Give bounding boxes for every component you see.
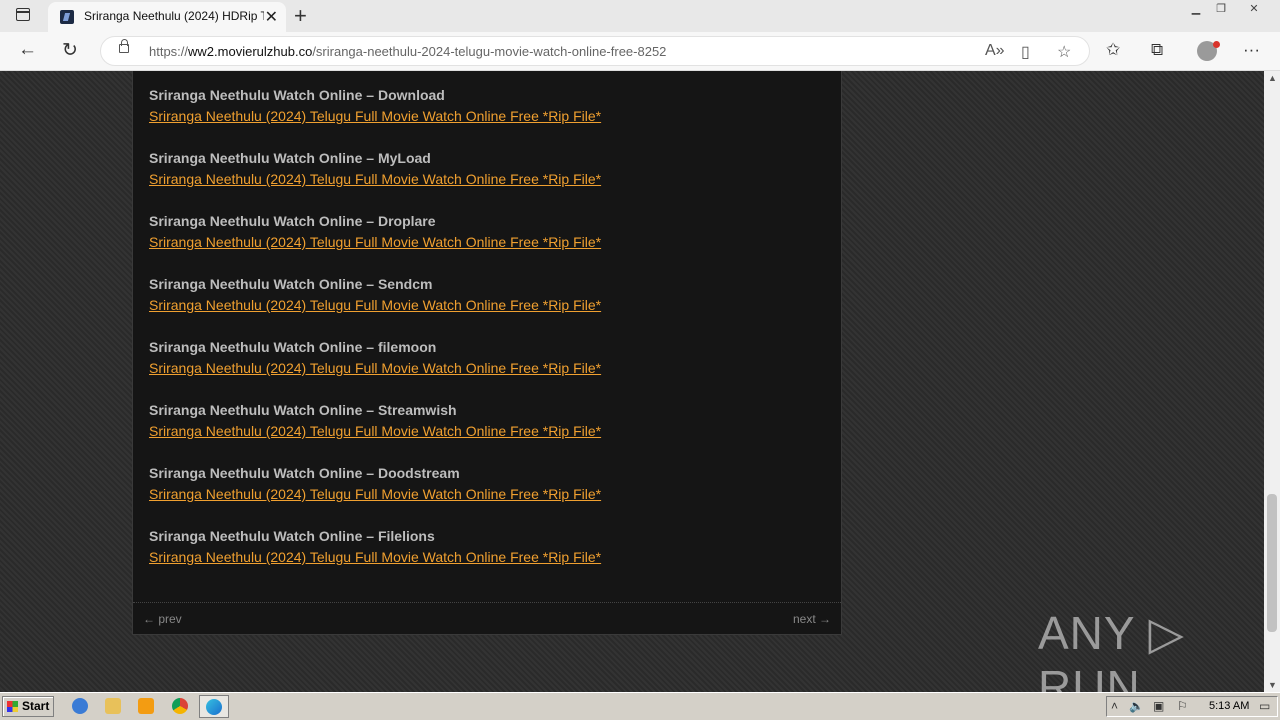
add-favorite-icon[interactable]: ☆	[1057, 42, 1071, 62]
favorites-icon[interactable]: ✩	[1106, 40, 1120, 60]
url-text[interactable]: https://ww2.movierulzhub.co/sriranga-nee…	[149, 44, 666, 59]
list-item: Sriranga Neethulu Watch Online – MyLoad …	[149, 148, 601, 190]
immersive-reader-icon[interactable]: ▯	[1021, 42, 1030, 62]
prev-link[interactable]: ← prev	[143, 612, 182, 626]
list-item: Sriranga Neethulu Watch Online – Filelio…	[149, 526, 601, 568]
read-aloud-icon[interactable]: A»	[985, 42, 1005, 60]
show-desktop-icon[interactable]: ▭	[1259, 699, 1270, 713]
movie-link[interactable]: Sriranga Neethulu (2024) Telugu Full Mov…	[149, 106, 601, 127]
volume-icon[interactable]: 🔈	[1129, 699, 1144, 713]
address-bar[interactable]: https://ww2.movierulzhub.co/sriranga-nee…	[100, 36, 1090, 66]
internet-explorer-icon[interactable]	[72, 698, 88, 714]
movie-link[interactable]: Sriranga Neethulu (2024) Telugu Full Mov…	[149, 358, 601, 379]
tray-expand-icon[interactable]: ˄	[1111, 699, 1118, 713]
close-window-icon[interactable]: ✕	[1240, 0, 1268, 18]
scroll-up-icon[interactable]: ▲	[1268, 73, 1277, 83]
anyrun-watermark: ANY ▷ RUN	[1038, 607, 1185, 692]
movie-link[interactable]: Sriranga Neethulu (2024) Telugu Full Mov…	[149, 232, 601, 253]
collections-icon[interactable]: ⧉	[1151, 40, 1163, 60]
movie-link[interactable]: Sriranga Neethulu (2024) Telugu Full Mov…	[149, 169, 601, 190]
host-heading: Sriranga Neethulu Watch Online – Streamw…	[149, 402, 457, 418]
movie-link[interactable]: Sriranga Neethulu (2024) Telugu Full Mov…	[149, 547, 601, 568]
minimize-icon[interactable]: ▁	[1182, 0, 1210, 18]
scrollbar-thumb[interactable]	[1267, 494, 1277, 632]
vertical-scrollbar[interactable]: ▲ ▼	[1264, 71, 1280, 692]
more-options-icon[interactable]: ···	[1243, 40, 1260, 60]
clock: 5:13 AM	[1209, 700, 1250, 712]
host-heading: Sriranga Neethulu Watch Online – MyLoad	[149, 150, 431, 166]
edge-taskbar-button[interactable]	[199, 695, 229, 718]
list-item: Sriranga Neethulu Watch Online – Streamw…	[149, 400, 601, 442]
site-favicon-icon	[60, 10, 74, 24]
host-heading: Sriranga Neethulu Watch Online – Doodstr…	[149, 465, 460, 481]
list-item: Sriranga Neethulu Watch Online – filemoo…	[149, 337, 601, 379]
tab-actions-icon[interactable]	[16, 8, 30, 21]
host-heading: Sriranga Neethulu Watch Online – Filelio…	[149, 528, 435, 544]
page-viewport: Sriranga Neethulu Watch Online – Downloa…	[0, 71, 1264, 692]
browser-titlebar: Sriranga Neethulu (2024) HDRip Telugu Fu…	[0, 0, 1280, 32]
list-item: Sriranga Neethulu Watch Online – Downloa…	[149, 85, 601, 127]
chrome-icon[interactable]	[172, 698, 188, 714]
media-player-icon[interactable]	[138, 698, 154, 714]
host-heading: Sriranga Neethulu Watch Online – Downloa…	[149, 87, 445, 103]
movie-link[interactable]: Sriranga Neethulu (2024) Telugu Full Mov…	[149, 484, 601, 505]
start-button[interactable]: Start	[2, 696, 54, 717]
browser-tab[interactable]: Sriranga Neethulu (2024) HDRip Telugu Fu…	[48, 2, 286, 32]
windows-taskbar: Start ˄ 🔈 ▣ ⚐ 5:13 AM ▭	[0, 692, 1280, 720]
movie-link[interactable]: Sriranga Neethulu (2024) Telugu Full Mov…	[149, 421, 601, 442]
host-heading: Sriranga Neethulu Watch Online – Sendcm	[149, 276, 433, 292]
windows-logo-icon	[7, 701, 18, 712]
list-item: Sriranga Neethulu Watch Online – Sendcm …	[149, 274, 601, 316]
new-tab-button[interactable]: +	[294, 3, 307, 29]
system-tray: ˄ 🔈 ▣ ⚐ 5:13 AM ▭	[1106, 696, 1278, 717]
profile-avatar[interactable]	[1197, 41, 1220, 61]
movie-link[interactable]: Sriranga Neethulu (2024) Telugu Full Mov…	[149, 295, 601, 316]
host-heading: Sriranga Neethulu Watch Online – filemoo…	[149, 339, 437, 355]
action-center-flag-icon[interactable]: ⚐	[1177, 699, 1188, 713]
next-link[interactable]: next →	[793, 612, 831, 626]
lock-icon[interactable]	[119, 39, 129, 53]
pagination: ← prev next →	[133, 602, 841, 635]
close-tab-icon[interactable]: ✕	[265, 7, 278, 27]
network-icon[interactable]: ▣	[1153, 699, 1164, 713]
list-item: Sriranga Neethulu Watch Online – Droplar…	[149, 211, 601, 253]
download-links-panel: Sriranga Neethulu Watch Online – Downloa…	[132, 71, 842, 635]
browser-navbar: ← ↻ https://ww2.movierulzhub.co/sriranga…	[0, 32, 1280, 71]
list-item: Sriranga Neethulu Watch Online – Doodstr…	[149, 463, 601, 505]
restore-icon[interactable]: ❐	[1207, 0, 1235, 18]
refresh-icon[interactable]: ↻	[62, 39, 78, 62]
back-icon[interactable]: ←	[18, 39, 37, 61]
edge-icon	[206, 699, 222, 715]
file-explorer-icon[interactable]	[105, 698, 121, 714]
host-heading: Sriranga Neethulu Watch Online – Droplar…	[149, 213, 436, 229]
tab-title: Sriranga Neethulu (2024) HDRip Telugu Fu…	[84, 9, 264, 23]
scroll-down-icon[interactable]: ▼	[1268, 680, 1277, 690]
